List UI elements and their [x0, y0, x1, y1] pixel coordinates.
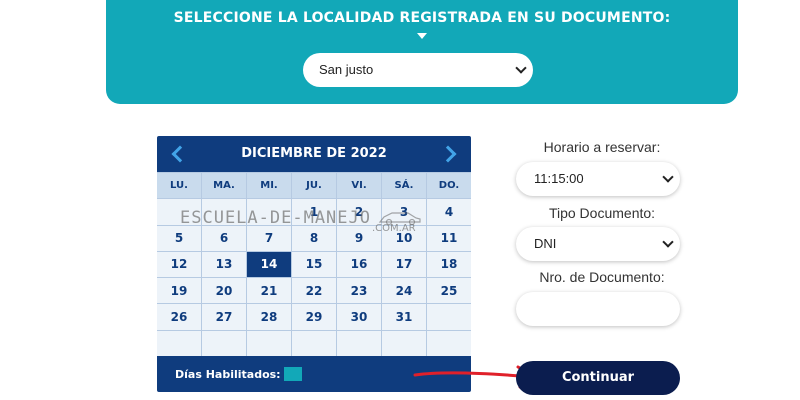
- weekday-header: VI.: [337, 173, 381, 199]
- calendar-day[interactable]: 7: [247, 225, 291, 251]
- calendar-day[interactable]: 26: [157, 304, 201, 330]
- calendar-day[interactable]: 21: [247, 278, 291, 304]
- calendar-day[interactable]: 4: [427, 199, 471, 225]
- location-select[interactable]: San justo: [303, 53, 533, 87]
- doc-type-label: Tipo Documento:: [548, 205, 656, 221]
- calendar-day[interactable]: 15: [292, 251, 336, 278]
- chevron-left-icon[interactable]: [171, 145, 189, 163]
- calendar-day[interactable]: 14: [247, 251, 291, 278]
- calendar: DICIEMBRE DE 2022 LU. MA. MI. JU. VI. SÁ. DO. 1…: [157, 136, 471, 392]
- calendar-header: DICIEMBRE DE 2022: [157, 136, 471, 172]
- calendar-day[interactable]: 22: [292, 278, 336, 304]
- calendar-day[interactable]: 13: [202, 251, 246, 278]
- location-panel: SELECCIONE LA LOCALIDAD REGISTRADA EN SU…: [106, 0, 738, 104]
- calendar-day[interactable]: 25: [427, 278, 471, 304]
- calendar-day[interactable]: 17: [382, 251, 426, 278]
- calendar-month-title: DICIEMBRE DE 2022: [241, 146, 387, 161]
- calendar-grid: LU. MA. MI. JU. VI. SÁ. DO. 1 2 3 4 5 6 7 8 9 10 11 12 13 14…: [157, 172, 471, 356]
- calendar-day[interactable]: 23: [337, 278, 381, 304]
- weekday-header: MI.: [247, 173, 291, 199]
- location-panel-title: SELECCIONE LA LOCALIDAD REGISTRADA EN SU…: [173, 10, 671, 26]
- calendar-empty-cell: [427, 330, 471, 356]
- calendar-day[interactable]: 11: [427, 225, 471, 251]
- watermark-text: ESCUELA-DE-MANEJO: [180, 208, 371, 228]
- calendar-empty-cell: [427, 304, 471, 330]
- calendar-day[interactable]: 19: [157, 278, 201, 304]
- watermark-domain: .COM.AR: [372, 223, 416, 234]
- weekday-header: LU.: [157, 173, 201, 199]
- legend-label: Días Habilitados:: [175, 368, 281, 381]
- doc-number-label: Nro. de Documento:: [539, 269, 665, 285]
- calendar-day[interactable]: 27: [202, 304, 246, 330]
- chevron-down-icon: [515, 62, 527, 74]
- legend-swatch: [284, 367, 302, 381]
- chevron-down-icon: [662, 236, 674, 248]
- weekday-header: JU.: [292, 173, 336, 199]
- calendar-day[interactable]: 24: [382, 278, 426, 304]
- calendar-day[interactable]: 18: [427, 251, 471, 278]
- calendar-day[interactable]: 16: [337, 251, 381, 278]
- calendar-empty-cell: [382, 330, 426, 356]
- calendar-day[interactable]: 12: [157, 251, 201, 278]
- calendar-empty-cell: [202, 330, 246, 356]
- doc-number-input[interactable]: [516, 292, 680, 326]
- calendar-day[interactable]: 29: [292, 304, 336, 330]
- calendar-day[interactable]: 20: [202, 278, 246, 304]
- continue-button[interactable]: Continuar: [516, 361, 680, 395]
- location-select-value: San justo: [319, 62, 374, 77]
- calendar-empty-cell: [157, 330, 201, 356]
- calendar-day[interactable]: 31: [382, 304, 426, 330]
- calendar-day[interactable]: 5: [157, 225, 201, 251]
- caret-down-icon: [417, 33, 427, 39]
- chevron-right-icon[interactable]: [439, 145, 457, 163]
- time-select-value: 11:15:00: [534, 171, 584, 186]
- calendar-day[interactable]: 28: [247, 304, 291, 330]
- calendar-day[interactable]: 30: [337, 304, 381, 330]
- weekday-header: DO.: [427, 173, 471, 199]
- doc-type-select[interactable]: DNI: [516, 227, 680, 261]
- calendar-day[interactable]: 6: [202, 225, 246, 251]
- calendar-empty-cell: [247, 330, 291, 356]
- time-label: Horario a reservar:: [543, 139, 661, 155]
- weekday-header: MA.: [202, 173, 246, 199]
- calendar-empty-cell: [337, 330, 381, 356]
- doc-type-select-value: DNI: [534, 236, 557, 251]
- chevron-down-icon: [662, 171, 674, 183]
- time-select[interactable]: 11:15:00: [516, 162, 680, 196]
- calendar-empty-cell: [292, 330, 336, 356]
- weekday-header: SÁ.: [382, 173, 426, 199]
- calendar-day[interactable]: 8: [292, 225, 336, 251]
